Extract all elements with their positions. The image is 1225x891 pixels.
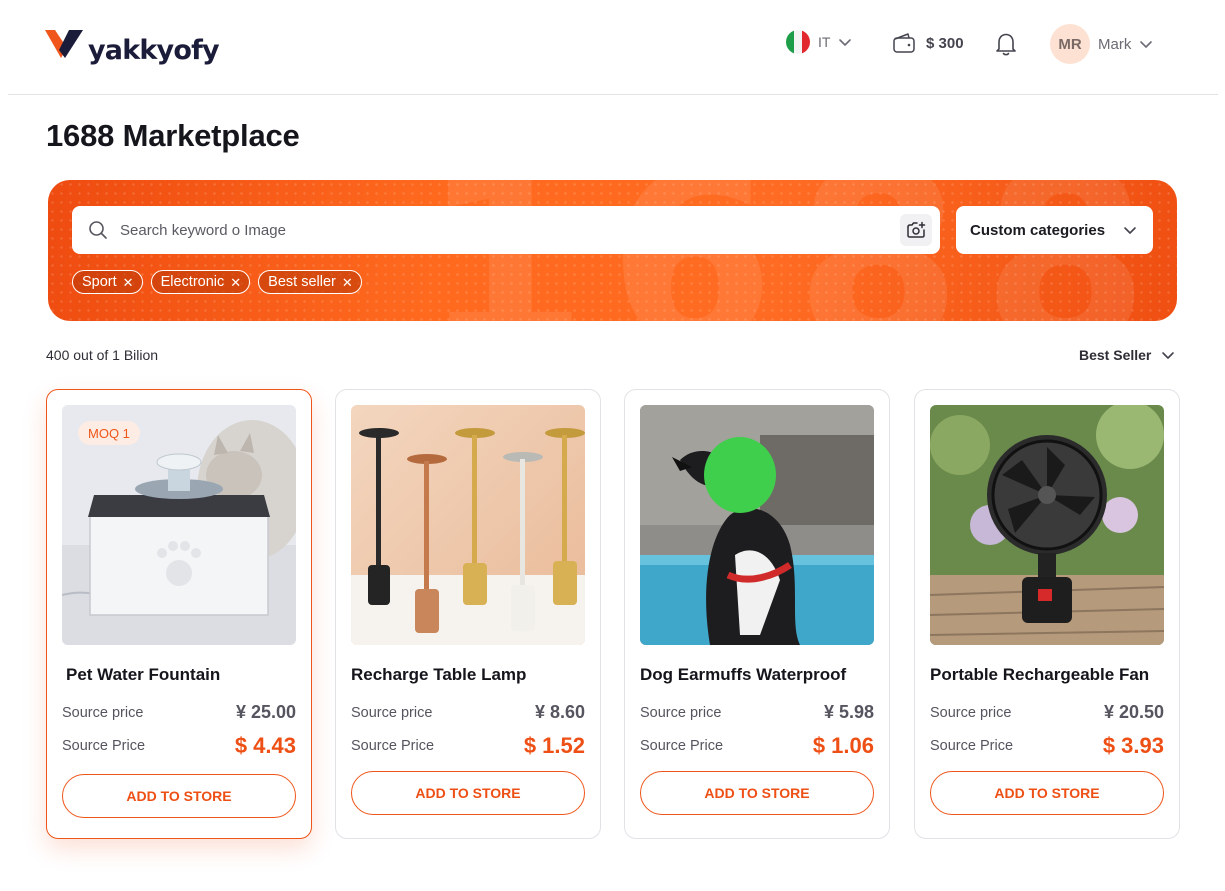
- top-header: yakkyofy IT $ 300 MR Mark: [8, 0, 1218, 95]
- avatar: MR: [1050, 24, 1090, 64]
- product-card[interactable]: Portable Rechargeable Fan Source price ¥…: [914, 389, 1180, 839]
- source-price-label: Source price: [62, 704, 144, 721]
- source-price-value: ¥ 25.00: [235, 702, 296, 722]
- product-title: Pet Water Fountain: [66, 665, 221, 684]
- add-to-store-button[interactable]: ADD TO STORE: [640, 771, 874, 815]
- brand-logo[interactable]: yakkyofy: [45, 22, 220, 66]
- add-to-store-button[interactable]: ADD TO STORE: [930, 771, 1164, 815]
- filter-chip-best-seller[interactable]: Best seller ✕: [258, 270, 362, 294]
- chevron-down-icon: [839, 39, 852, 46]
- add-to-store-button[interactable]: ADD TO STORE: [351, 771, 585, 815]
- logo-mark-icon: [45, 30, 83, 58]
- product-title: Dog Earmuffs Waterproof: [640, 665, 847, 684]
- search-input[interactable]: [120, 221, 880, 239]
- close-icon[interactable]: ✕: [230, 276, 241, 289]
- search-icon: [89, 221, 107, 239]
- filter-chip-sport[interactable]: Sport ✕: [72, 270, 143, 294]
- product-image: [640, 405, 874, 645]
- price-value: $ 1.06: [812, 733, 874, 758]
- product-card[interactable]: Recharge Table Lamp Source price ¥ 8.60 …: [335, 389, 601, 839]
- language-selector[interactable]: IT: [786, 30, 852, 54]
- language-code: IT: [818, 34, 831, 50]
- chip-label: Sport: [82, 274, 117, 290]
- filter-chips: Sport ✕ Electronic ✕ Best seller ✕: [72, 270, 362, 294]
- source-price-row: Source price ¥ 5.98: [640, 702, 874, 723]
- close-icon[interactable]: ✕: [342, 276, 353, 289]
- bell-icon[interactable]: [994, 31, 1018, 57]
- source-price-row: Source price ¥ 8.60: [351, 702, 585, 723]
- user-name: Mark: [1098, 35, 1132, 53]
- source-price-label: Source price: [640, 704, 722, 721]
- chevron-down-icon: [1124, 227, 1136, 234]
- price-row: Source Price $ 3.93: [930, 733, 1164, 759]
- page-title: 1688 Marketplace: [46, 118, 300, 153]
- filter-chip-electronic[interactable]: Electronic ✕: [150, 270, 251, 294]
- product-card[interactable]: Dog Earmuffs Waterproof Source price ¥ 5…: [624, 389, 890, 839]
- chip-label: Electronic: [160, 274, 225, 290]
- wallet-amount: $ 300: [926, 34, 964, 52]
- categories-dropdown[interactable]: Custom categories: [956, 206, 1153, 254]
- price-value: $ 3.93: [1102, 733, 1164, 758]
- source-price-row: Source price ¥ 20.50: [930, 702, 1164, 723]
- image-search-button[interactable]: [900, 214, 932, 246]
- price-row: Source Price $ 1.52: [351, 733, 585, 759]
- italy-flag-icon: [786, 30, 810, 54]
- source-price-label: Source price: [930, 704, 1012, 721]
- product-image: [930, 405, 1164, 645]
- source-price-row: Source price ¥ 25.00: [62, 702, 296, 723]
- product-card[interactable]: MOQ 1 Pet Water Fountain Source price ¥ …: [46, 389, 312, 839]
- price-label: Source Price: [930, 738, 1014, 754]
- results-count: 400 out of 1 Bilion: [46, 347, 159, 363]
- camera-icon: [907, 221, 926, 238]
- product-image: [351, 405, 585, 645]
- user-menu[interactable]: MR Mark: [1050, 24, 1153, 64]
- price-row: Source Price $ 1.06: [640, 733, 874, 759]
- sort-dropdown[interactable]: Best Seller: [1079, 347, 1175, 363]
- search-bar[interactable]: [72, 206, 940, 254]
- search-banner: 1688 Custom categories Sport ✕ Electroni…: [48, 180, 1177, 321]
- source-price-value: ¥ 20.50: [1103, 702, 1164, 722]
- price-label: Source Price: [62, 738, 146, 754]
- product-title: Recharge Table Lamp: [351, 665, 527, 684]
- price-value: $ 1.52: [523, 733, 585, 758]
- sort-label: Best Seller: [1079, 347, 1152, 363]
- price-row: Source Price $ 4.43: [62, 733, 296, 759]
- add-to-store-button[interactable]: ADD TO STORE: [62, 774, 296, 818]
- source-price-value: ¥ 5.98: [823, 702, 874, 722]
- close-icon[interactable]: ✕: [123, 276, 134, 289]
- chevron-down-icon: [1140, 41, 1153, 48]
- brand-name: yakkyofy: [88, 35, 220, 66]
- price-label: Source Price: [640, 738, 724, 754]
- price-value: $ 4.43: [234, 733, 296, 758]
- wallet-icon: [893, 33, 915, 53]
- categories-dropdown-label: Custom categories: [970, 221, 1106, 239]
- source-price-value: ¥ 8.60: [534, 702, 585, 722]
- product-image: MOQ 1: [62, 405, 296, 645]
- chevron-down-icon: [1162, 352, 1175, 359]
- price-label: Source Price: [351, 738, 435, 754]
- moq-badge: MOQ 1: [78, 421, 140, 445]
- product-title: Portable Rechargeable Fan: [930, 665, 1150, 684]
- source-price-label: Source price: [351, 704, 433, 721]
- wallet-balance[interactable]: $ 300: [892, 32, 964, 54]
- chip-label: Best seller: [268, 274, 336, 290]
